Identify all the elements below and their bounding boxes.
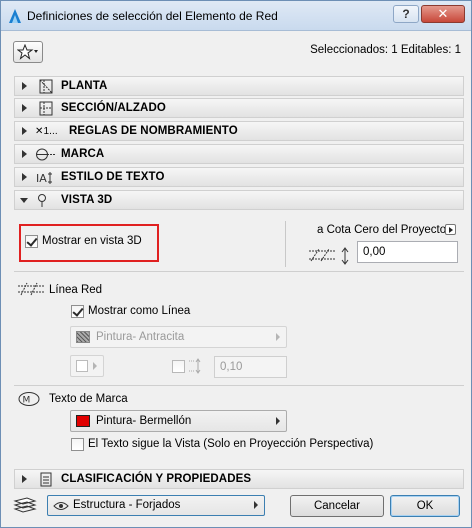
section-clasificacion[interactable]: CLASIFICACIÓN Y PROPIEDADES (14, 469, 464, 489)
layer-select[interactable]: Estructura - Forjados (47, 495, 265, 516)
line-thickness-input[interactable]: 0,10 (214, 356, 287, 378)
popup-arrow-icon (254, 501, 258, 509)
svg-text:IA: IA (36, 172, 47, 185)
line-type-select[interactable] (70, 355, 104, 377)
marker-text-heading: Texto de Marca (49, 393, 128, 405)
section-marca[interactable]: MARCA (14, 144, 464, 164)
classification-icon (40, 472, 52, 487)
elevation-icon (309, 247, 349, 265)
naming-icon: ✕1... (35, 126, 58, 137)
section-estilo-texto[interactable]: IA ESTILO DE TEXTO (14, 167, 464, 187)
popup-arrow-icon (93, 362, 97, 370)
section-reglas-nombramiento[interactable]: ✕1... REGLAS DE NOMBRAMIENTO (14, 121, 464, 141)
elevation-reference-button[interactable] (445, 224, 456, 235)
elevation-label: a Cota Cero del Proyecto (317, 224, 447, 236)
collapse-arrow-icon (22, 104, 27, 112)
section-label: REGLAS DE NOMBRAMIENTO (69, 125, 238, 137)
paint-swatch (76, 331, 90, 343)
window-title: Definiciones de selección del Elemento d… (27, 9, 278, 23)
section-label: MARCA (61, 148, 105, 160)
selection-info: Seleccionados: 1 Editables: 1 (310, 44, 461, 56)
dialog-content: Seleccionados: 1 Editables: 1 PLANTA SEC… (1, 31, 471, 527)
close-button[interactable]: ✕ (421, 5, 465, 23)
show-as-line-checkbox[interactable] (71, 305, 84, 318)
line-paint-value: Pintura- Antracita (96, 331, 185, 343)
show-in-3d-label: Mostrar en vista 3D (42, 235, 142, 247)
popup-arrow-icon (276, 417, 280, 425)
collapse-arrow-icon (22, 82, 27, 90)
layers-icon (13, 497, 37, 513)
paint-swatch (76, 415, 90, 427)
section-seccion-alzado[interactable]: SECCIÓN/ALZADO (14, 98, 464, 118)
section-icon (39, 101, 53, 116)
elevation-input[interactable]: 0,00 (357, 241, 458, 263)
thickness-icon (189, 358, 201, 374)
svg-text:M: M (23, 396, 31, 406)
collapse-arrow-icon (22, 150, 27, 158)
section-label: PLANTA (61, 80, 108, 92)
collapse-arrow-icon (22, 173, 27, 181)
grid-line-heading: Línea Red (49, 284, 103, 296)
title-bar[interactable]: Definiciones de selección del Elemento d… (1, 1, 471, 31)
text-follows-view-checkbox[interactable] (71, 438, 84, 451)
text-style-icon: IA (36, 172, 52, 185)
section-planta[interactable]: PLANTA (14, 76, 464, 96)
popup-arrow-icon (276, 333, 280, 341)
marker-paint-value: Pintura- Bermellón (96, 415, 192, 427)
section-label: ESTILO DE TEXTO (61, 171, 165, 183)
collapse-arrow-icon (22, 127, 27, 135)
cancel-button[interactable]: Cancelar (290, 495, 384, 517)
section-label: SECCIÓN/ALZADO (61, 102, 166, 114)
star-icon (17, 44, 38, 60)
collapse-arrow-icon (22, 475, 27, 483)
line-thickness-checkbox[interactable] (172, 360, 185, 373)
help-button[interactable]: ? (393, 5, 419, 23)
divider (14, 385, 464, 386)
section-label: CLASIFICACIÓN Y PROPIEDADES (61, 473, 252, 485)
show-as-line-label: Mostrar como Línea (88, 305, 191, 317)
archicad-app-icon (9, 9, 21, 23)
ok-button[interactable]: OK (390, 495, 460, 517)
dialog-window: Definiciones de selección del Elemento d… (0, 0, 472, 528)
section-label: VISTA 3D (61, 194, 113, 206)
divider (14, 271, 464, 272)
show-in-3d-checkbox[interactable] (25, 235, 38, 248)
text-follows-view-label: El Texto sigue la Vista (Solo en Proyecc… (88, 438, 374, 450)
expand-arrow-icon (20, 198, 28, 203)
view-3d-icon (38, 194, 46, 207)
layer-value: Estructura - Forjados (73, 499, 181, 511)
vertical-divider (285, 221, 286, 267)
marker-icon (36, 148, 56, 161)
floor-plan-icon (39, 79, 53, 94)
line-type-swatch (76, 360, 88, 372)
grid-line-icon (18, 282, 44, 296)
line-paint-select[interactable]: Pintura- Antracita (70, 326, 287, 348)
marker-text-icon: M (18, 392, 40, 406)
eye-icon (53, 502, 69, 510)
section-vista-3d[interactable]: VISTA 3D (14, 190, 464, 210)
marker-paint-select[interactable]: Pintura- Bermellón (70, 410, 287, 432)
favorites-button[interactable] (13, 41, 43, 63)
